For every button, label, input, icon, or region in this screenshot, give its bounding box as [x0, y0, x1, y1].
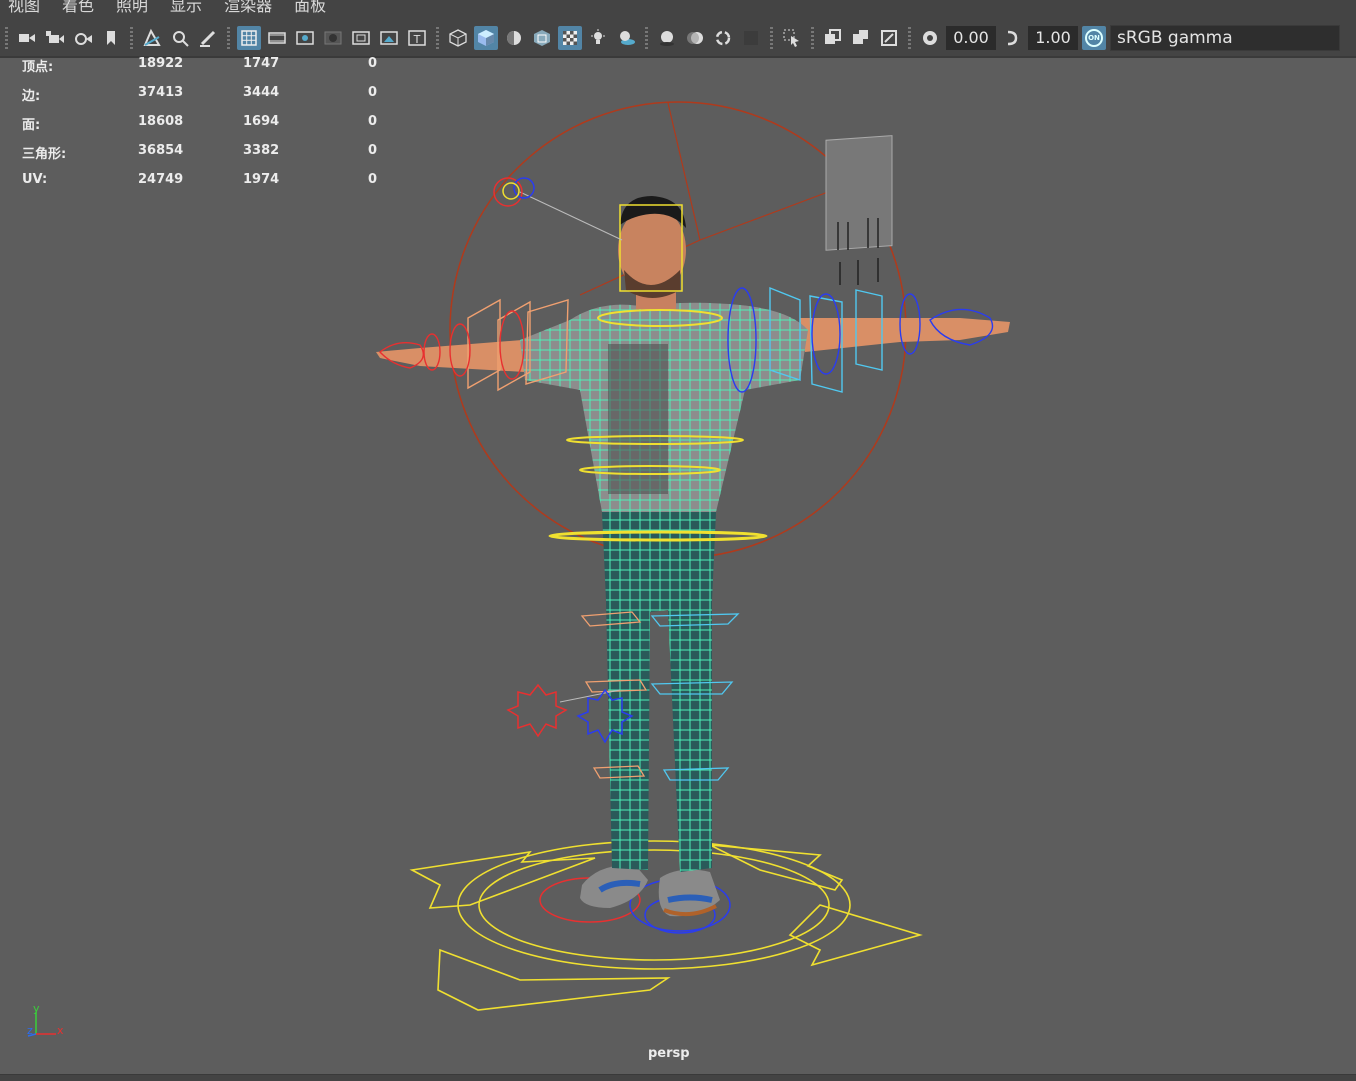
shirt-graphic — [608, 344, 668, 494]
camera-name-label: persp — [648, 1046, 690, 1061]
anti-alias-icon[interactable] — [711, 26, 735, 50]
xray-icon[interactable] — [821, 26, 845, 50]
menu-show[interactable]: 显示 — [162, 0, 202, 14]
menu-lighting[interactable]: 照明 — [108, 0, 148, 14]
depth-of-field-icon[interactable] — [739, 26, 763, 50]
xray-active-components-icon[interactable] — [849, 26, 873, 50]
wireframe-icon[interactable] — [446, 26, 470, 50]
menu-renderer[interactable]: 渲染器 — [216, 0, 272, 14]
menu-panels[interactable]: 面板 — [286, 0, 326, 14]
character-head — [618, 196, 686, 309]
grid-icon[interactable] — [237, 26, 261, 50]
shadows-icon[interactable] — [614, 26, 638, 50]
color-management-label: ON — [1085, 29, 1103, 47]
gamma-icon[interactable] — [1000, 26, 1024, 50]
eye-look-control[interactable] — [493, 177, 623, 241]
gamma-field[interactable] — [1028, 26, 1078, 50]
exposure-icon[interactable] — [918, 26, 942, 50]
main-floor-control[interactable] — [409, 840, 923, 1011]
motion-blur-icon[interactable] — [683, 26, 707, 50]
toolbar-separator — [130, 27, 133, 49]
toolbar-separator — [227, 27, 230, 49]
axis-y-label: y — [33, 1002, 40, 1015]
gate-mask-icon[interactable] — [321, 26, 345, 50]
perspective-viewport[interactable]: y x z — [0, 58, 1356, 1074]
svg-text:T: T — [413, 33, 421, 46]
screen-space-ao-icon[interactable] — [655, 26, 679, 50]
bounding-box-icon[interactable] — [530, 26, 554, 50]
toolbar-separator — [645, 27, 648, 49]
menu-view[interactable]: 视图 — [0, 0, 40, 14]
toolbar-separator — [811, 27, 814, 49]
character-shoes — [580, 865, 720, 917]
isolate-select-icon[interactable] — [780, 26, 804, 50]
grease-pencil-icon[interactable] — [196, 26, 220, 50]
toolbar-separator — [5, 27, 8, 49]
view-transform-dropdown[interactable]: sRGB gamma — [1110, 25, 1340, 51]
axis-z-label: z — [27, 1024, 33, 1037]
film-gate-icon[interactable] — [265, 26, 289, 50]
resolution-gate-icon[interactable] — [293, 26, 317, 50]
default-material-icon[interactable] — [502, 26, 526, 50]
toolbar-separator — [770, 27, 773, 49]
image-plane-icon[interactable] — [140, 26, 164, 50]
toolbar-separator — [908, 27, 911, 49]
safe-action-icon[interactable] — [377, 26, 401, 50]
xray-joints-icon[interactable] — [877, 26, 901, 50]
camera-attributes-icon[interactable] — [43, 26, 67, 50]
bookmark-icon[interactable] — [99, 26, 123, 50]
safe-title-icon[interactable]: T — [405, 26, 429, 50]
leg-controls[interactable] — [580, 611, 740, 781]
field-chart-icon[interactable] — [349, 26, 373, 50]
expression-control-panel[interactable] — [825, 135, 893, 285]
menu-bar: 视图 着色 照明 显示 渲染器 面板 — [0, 0, 1356, 20]
use-lights-icon[interactable] — [586, 26, 610, 50]
menu-shading[interactable]: 着色 — [54, 0, 94, 14]
select-camera-icon[interactable] — [15, 26, 39, 50]
camera-lock-icon[interactable] — [71, 26, 95, 50]
exposure-field[interactable] — [946, 26, 996, 50]
view-axis-gizmo: y x z — [27, 1002, 64, 1037]
smooth-shade-icon[interactable] — [474, 26, 498, 50]
character-torso — [520, 302, 808, 512]
toolbar-separator — [436, 27, 439, 49]
2d-pan-zoom-icon[interactable] — [168, 26, 192, 50]
panel-toolbar: T ON sRGB gamma — [0, 20, 1356, 58]
axis-x-label: x — [57, 1024, 64, 1037]
color-management-toggle[interactable]: ON — [1082, 26, 1106, 50]
textured-icon[interactable] — [558, 26, 582, 50]
